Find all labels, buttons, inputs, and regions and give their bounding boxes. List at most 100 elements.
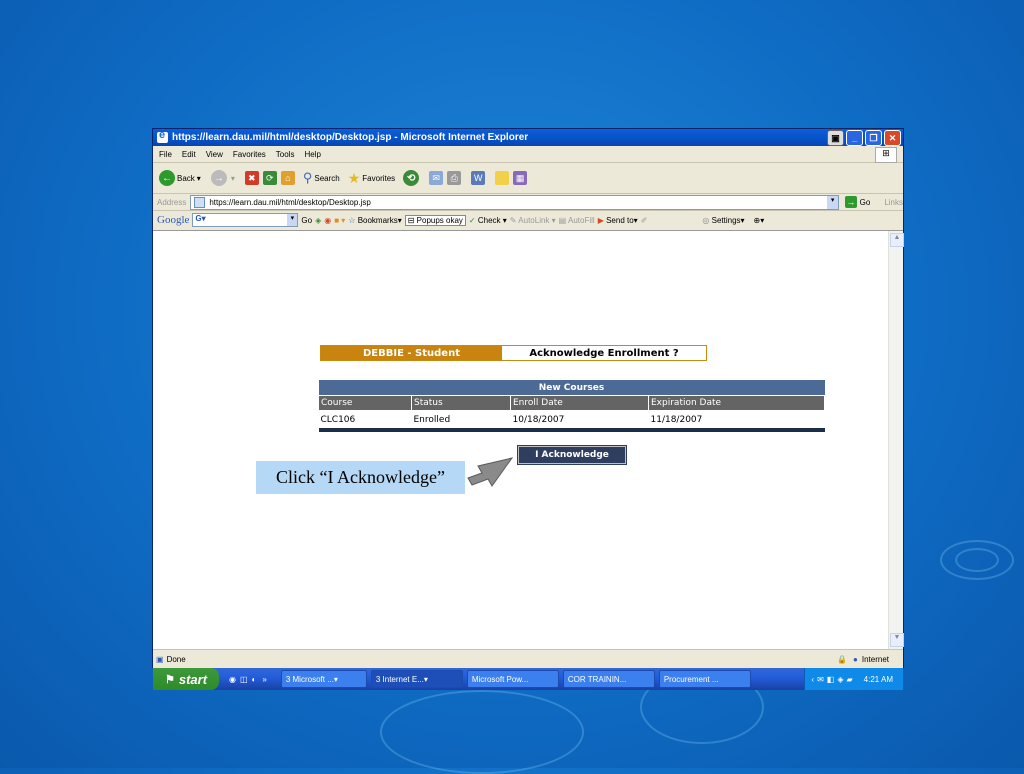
taskbar-item-internet-explorer[interactable]: 3 Internet E... ▾ (370, 670, 463, 688)
search-icon: ⚲ (302, 170, 313, 185)
browser-window: https://learn.dau.mil/html/desktop/Deskt… (153, 129, 904, 668)
enrollment-header-bar: DEBBIE - Student Acknowledge Enrollment … (320, 345, 707, 361)
address-dropdown[interactable]: ▾ (827, 195, 839, 209)
column-header-course: Course (318, 395, 412, 411)
toolbar-toggle-icon[interactable]: ▣ (827, 130, 844, 146)
quick-launch-browser-icon[interactable]: ◐ (252, 675, 257, 684)
taskbar: ⚑ start ◉ ◫ ◐ » 3 Microsoft ... ▾ 3 Inte… (153, 668, 903, 690)
internet-explorer-icon (157, 129, 168, 143)
note-button[interactable] (495, 171, 510, 185)
refresh-button[interactable]: ⟳ (262, 171, 277, 185)
status-cell: Enrolled (413, 414, 451, 425)
enroll-date-cell: 10/18/2007 (512, 414, 565, 425)
tray-expand-icon[interactable]: ‹ (811, 675, 814, 684)
minimize-button[interactable]: _ (846, 130, 863, 146)
menu-tools[interactable]: Tools (276, 150, 295, 159)
scroll-down-icon[interactable]: ▼ (890, 633, 904, 647)
menu-bar: File Edit View Favorites Tools Help ⊞ (153, 146, 903, 163)
google-icons-dropdown[interactable]: ■ ▾ (334, 216, 345, 225)
new-courses-table: New Courses Course Status Enroll Date Ex… (318, 380, 825, 432)
taskbar-item-microsoft[interactable]: 3 Microsoft ... ▾ (280, 670, 367, 688)
highlighter-icon[interactable]: ✐ (641, 216, 648, 225)
windows-logo-icon: ⊞ (875, 147, 897, 163)
standard-toolbar: ← Back ▾ → ▾ ✖ ⟳ ⌂ ⚲ Search ★ Favorites … (153, 163, 903, 194)
go-button[interactable]: Go (860, 198, 871, 207)
autofill-button[interactable]: ▤ AutoFill (559, 216, 595, 225)
address-input[interactable]: https://learn.dau.mil/html/desktop/Deskt… (190, 194, 840, 210)
popups-okay-button[interactable]: ⊟ Popups okay (404, 214, 466, 226)
clock: 4:21 AM (863, 674, 893, 684)
menu-favorites[interactable]: Favorites (233, 150, 266, 159)
lock-icon: 🔒 (837, 654, 848, 664)
google-g-icon: G▾ (195, 214, 206, 223)
go-arrow-icon[interactable]: → (845, 196, 857, 208)
column-header-status: Status (411, 395, 511, 411)
autofill-icon: ▤ (558, 215, 567, 225)
autolink-button[interactable]: ✎ AutoLink ▾ (510, 216, 556, 225)
address-label: Address (157, 197, 187, 207)
scroll-up-icon[interactable]: ▲ (890, 233, 904, 247)
address-url: https://learn.dau.mil/html/desktop/Deskt… (209, 197, 371, 207)
back-button[interactable]: ← Back ▾ (159, 170, 201, 186)
stop-button[interactable]: ✖ (244, 171, 259, 185)
send-to-button[interactable]: ▶ Send to▾ (598, 216, 638, 225)
forward-button[interactable]: → (210, 170, 227, 186)
arrow-pointer-icon (467, 457, 514, 487)
home-button[interactable]: ⌂ (280, 171, 295, 185)
history-button[interactable]: ⟲ (403, 170, 420, 186)
vertical-scrollbar[interactable]: ▲ ▼ (888, 231, 904, 649)
links-button[interactable]: Links (884, 198, 903, 207)
tray-app-icon[interactable]: ◧ (827, 675, 835, 684)
favorites-button[interactable]: ★ Favorites (348, 170, 395, 187)
restore-button[interactable]: ❐ (865, 130, 882, 146)
tray-ati-icon[interactable]: ▰ (846, 675, 852, 684)
student-name-label: DEBBIE - Student (321, 346, 502, 360)
title-bar: https://learn.dau.mil/html/desktop/Deskt… (153, 129, 903, 146)
water-ripple-decoration (380, 690, 584, 774)
table-bottom-rule (318, 428, 825, 432)
status-bar: ▣ Done 🔒 ● Internet (153, 649, 903, 668)
system-tray: ‹ ✉ ◧ ◈ ▰ 4:21 AM (804, 668, 903, 690)
google-go-button[interactable]: Go (301, 216, 312, 225)
water-ripple-decoration (955, 548, 999, 572)
autolink-icon: ✎ (509, 215, 517, 225)
spell-check-icon: ✓ (468, 215, 476, 225)
menu-edit[interactable]: Edit (182, 150, 196, 159)
print-button[interactable]: ⎙ (447, 171, 462, 185)
google-search-dropdown[interactable]: ▾ (287, 214, 298, 226)
globe-icon: ● (853, 654, 858, 664)
bookmarks-button[interactable]: ☆ Bookmarks▾ (348, 216, 401, 225)
star-icon: ★ (347, 169, 361, 186)
back-arrow-icon: ← (159, 170, 175, 186)
menu-view[interactable]: View (206, 150, 223, 159)
mail-button[interactable]: ✉ (429, 171, 444, 185)
research-button[interactable]: ▦ (513, 171, 528, 185)
settings-icon: ◎ (702, 215, 710, 225)
close-button[interactable]: ✕ (884, 130, 901, 146)
tray-mail-icon[interactable]: ✉ (817, 675, 824, 684)
menu-help[interactable]: Help (304, 150, 320, 159)
google-settings-button[interactable]: ◎ Settings▾ (702, 216, 744, 225)
taskbar-item-cor-training[interactable]: COR TRAININ... (562, 670, 655, 688)
edit-button[interactable]: W (471, 171, 486, 185)
status-text: Done (166, 654, 186, 664)
quick-launch-overflow-icon[interactable]: » (262, 675, 266, 684)
quick-launch-ie-icon[interactable]: ◉ (229, 675, 236, 684)
course-cell: CLC106 (320, 414, 356, 425)
quick-launch-outlook-icon[interactable]: ◫ (240, 675, 248, 684)
taskbar-item-procurement[interactable]: Procurement ... (658, 670, 751, 688)
translate-dropdown[interactable]: ⊕▾ (754, 216, 765, 225)
taskbar-item-powerpoint[interactable]: Microsoft Pow... (466, 670, 559, 688)
spell-check-button[interactable]: ✓ Check ▾ (469, 216, 507, 225)
table-row: CLC106 Enrolled 10/18/2007 11/18/2007 (319, 411, 825, 429)
search-button[interactable]: ⚲ Search (303, 170, 340, 186)
start-button[interactable]: ⚑ start (153, 668, 219, 690)
table-title: New Courses (318, 380, 825, 396)
column-header-enroll-date: Enroll Date (510, 395, 649, 411)
i-acknowledge-button[interactable]: I Acknowledge (518, 446, 626, 464)
expiration-date-cell: 11/18/2007 (650, 414, 703, 425)
menu-file[interactable]: File (159, 150, 172, 159)
page-icon (194, 196, 206, 208)
google-search-input[interactable]: G▾ ▾ (192, 213, 299, 227)
tray-network-icon[interactable]: ◈ (837, 675, 843, 684)
